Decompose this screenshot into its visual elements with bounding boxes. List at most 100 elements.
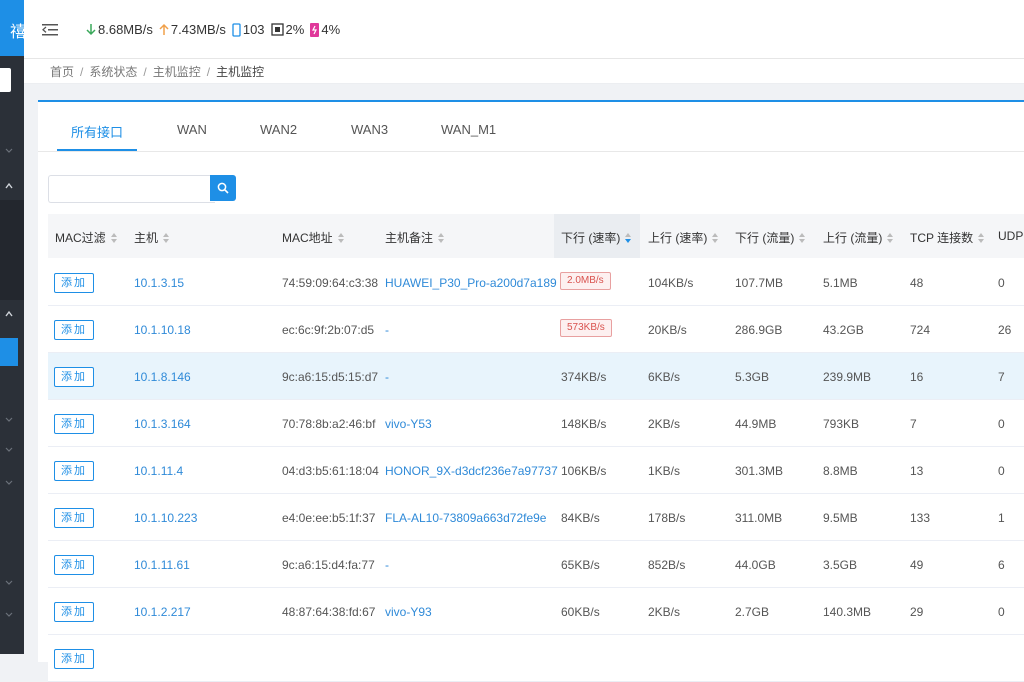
chevron-down-icon[interactable] bbox=[5, 478, 13, 486]
host-ip[interactable]: 10.1.10.18 bbox=[134, 323, 191, 337]
tab-wan[interactable]: WAN bbox=[177, 122, 207, 137]
column-mac-filter[interactable]: MAC过滤 bbox=[55, 229, 117, 246]
host-note[interactable]: - bbox=[385, 370, 389, 384]
tcp-count: 29 bbox=[910, 605, 924, 619]
sort-icon[interactable] bbox=[337, 232, 344, 243]
down-total: 44.9MB bbox=[735, 417, 777, 431]
down-total: 107.7MB bbox=[735, 276, 784, 290]
sort-icon[interactable] bbox=[163, 232, 170, 243]
chevron-up-icon[interactable] bbox=[5, 310, 13, 318]
chevron-down-icon[interactable] bbox=[5, 610, 13, 618]
table-row[interactable]: 添加 10.1.8.146 9c:a6:15:d5:15:d7 - 374KB/… bbox=[48, 353, 1024, 400]
sort-icon[interactable] bbox=[887, 232, 894, 243]
logo[interactable]: 禧 bbox=[0, 0, 24, 56]
add-button[interactable]: 添加 bbox=[54, 602, 94, 622]
down-total: 5.3GB bbox=[735, 370, 770, 384]
breadcrumb: 首页 / 系统状态 / 主机监控 / 主机监控 bbox=[24, 59, 1024, 84]
chevron-down-icon[interactable] bbox=[5, 146, 13, 154]
column-udp[interactable]: UDP bbox=[998, 229, 1023, 243]
table-row[interactable]: 添加 10.1.11.61 9c:a6:15:d4:fa:77 - 65KB/s… bbox=[48, 541, 1024, 588]
host-ip[interactable]: 10.1.8.146 bbox=[134, 370, 191, 384]
up-total: 140.3MB bbox=[823, 605, 872, 619]
search-input[interactable] bbox=[48, 175, 215, 203]
host-ip[interactable]: 10.1.3.15 bbox=[134, 276, 184, 290]
chevron-down-icon[interactable] bbox=[5, 415, 13, 423]
up-rate: 6KB/s bbox=[648, 370, 681, 384]
phone-icon bbox=[232, 22, 241, 37]
table-row[interactable]: 添加 10.1.10.18 ec:6c:9f:2b:07:d5 - 573KB/… bbox=[48, 306, 1024, 353]
add-button[interactable]: 添加 bbox=[54, 555, 94, 575]
host-ip[interactable]: 10.1.11.61 bbox=[134, 558, 190, 572]
table-row[interactable]: 添加 10.1.11.4 04:d3:b5:61:18:04 HONOR_9X-… bbox=[48, 447, 1024, 494]
tab-wan3[interactable]: WAN3 bbox=[351, 122, 388, 137]
column-up-rate[interactable]: 上行 (速率) bbox=[648, 229, 719, 246]
sidebar-item-active[interactable] bbox=[0, 338, 18, 366]
sort-icon[interactable] bbox=[799, 232, 806, 243]
add-button[interactable]: 添加 bbox=[54, 414, 94, 434]
chevron-up-icon[interactable] bbox=[5, 182, 13, 190]
tab-wan2[interactable]: WAN2 bbox=[260, 122, 297, 137]
memory-stat: 4% bbox=[310, 22, 340, 37]
table-row[interactable]: 添加 10.1.3.15 74:59:09:64:c3:38 HUAWEI_P3… bbox=[48, 259, 1024, 306]
breadcrumb-host-monitor[interactable]: 主机监控 bbox=[153, 63, 201, 80]
host-note[interactable]: HUAWEI_P30_Pro-a200d7a189 bbox=[385, 276, 557, 290]
host-note[interactable]: HONOR_9X-d3dcf236e7a97737 bbox=[385, 464, 558, 478]
add-button[interactable]: 添加 bbox=[54, 461, 94, 481]
chevron-down-icon[interactable] bbox=[5, 578, 13, 586]
add-button[interactable]: 添加 bbox=[54, 273, 94, 293]
column-tcp-connections[interactable]: TCP 连接数 bbox=[910, 229, 985, 246]
down-total: 286.9GB bbox=[735, 323, 783, 337]
column-mac-address[interactable]: MAC地址 bbox=[282, 229, 344, 246]
table-header: MAC过滤 主机 MAC地址 主机备注 下行 (速率) 上行 (速率) 下行 (… bbox=[48, 214, 1024, 258]
table-row[interactable]: 添加 10.1.2.217 48:87:64:38:fd:67 vivo-Y93… bbox=[48, 588, 1024, 635]
column-up-total[interactable]: 上行 (流量) bbox=[823, 229, 894, 246]
add-button[interactable]: 添加 bbox=[54, 320, 94, 340]
tcp-count: 7 bbox=[910, 417, 917, 431]
host-note[interactable]: vivo-Y53 bbox=[385, 417, 432, 431]
chevron-down-icon[interactable] bbox=[5, 445, 13, 453]
column-host-note[interactable]: 主机备注 bbox=[385, 229, 445, 246]
udp-count: 0 bbox=[998, 417, 1005, 431]
sort-icon[interactable] bbox=[978, 232, 985, 243]
download-speed: 8.68MB/s bbox=[98, 22, 153, 37]
mac-address: 70:78:8b:a2:46:bf bbox=[282, 417, 376, 431]
add-button[interactable]: 添加 bbox=[54, 508, 94, 528]
sort-desc-icon[interactable] bbox=[625, 232, 632, 243]
table-row[interactable]: 添加 10.1.3.164 70:78:8b:a2:46:bf vivo-Y53… bbox=[48, 400, 1024, 447]
tab-wan-m1[interactable]: WAN_M1 bbox=[441, 122, 496, 137]
sidebar-search-input[interactable] bbox=[0, 68, 11, 92]
host-note[interactable]: - bbox=[385, 558, 389, 572]
breadcrumb-home[interactable]: 首页 bbox=[50, 63, 74, 80]
search-icon bbox=[217, 182, 229, 194]
menu-toggle-icon[interactable] bbox=[42, 22, 60, 38]
cpu-icon bbox=[270, 23, 284, 36]
add-button[interactable]: 添加 bbox=[54, 649, 94, 669]
sort-icon[interactable] bbox=[110, 232, 117, 243]
interface-tabs: 所有接口 WAN WAN2 WAN3 WAN_M1 bbox=[38, 102, 1024, 152]
search-button[interactable] bbox=[210, 175, 236, 201]
host-ip[interactable]: 10.1.3.164 bbox=[134, 417, 191, 431]
active-tab-indicator bbox=[57, 149, 137, 151]
add-button[interactable]: 添加 bbox=[54, 367, 94, 387]
host-note[interactable]: vivo-Y93 bbox=[385, 605, 432, 619]
status-stats: 8.68MB/s 7.43MB/s 103 2% 4% bbox=[86, 22, 346, 37]
down-rate: 60KB/s bbox=[561, 605, 600, 619]
host-ip[interactable]: 10.1.2.217 bbox=[134, 605, 191, 619]
tab-all-interfaces[interactable]: 所有接口 bbox=[71, 122, 123, 141]
column-host[interactable]: 主机 bbox=[134, 229, 170, 246]
breadcrumb-separator: / bbox=[206, 64, 211, 79]
column-down-total[interactable]: 下行 (流量) bbox=[735, 229, 806, 246]
table-row[interactable]: 添加 10.1.10.223 e4:0e:ee:b5:1f:37 FLA-AL1… bbox=[48, 494, 1024, 541]
column-down-rate[interactable]: 下行 (速率) bbox=[561, 229, 632, 246]
table-row-partial[interactable]: 添加 bbox=[48, 635, 1024, 682]
up-rate: 852B/s bbox=[648, 558, 686, 572]
breadcrumb-system-status[interactable]: 系统状态 bbox=[89, 63, 137, 80]
host-ip[interactable]: 10.1.10.223 bbox=[134, 511, 197, 525]
sort-icon[interactable] bbox=[438, 232, 445, 243]
host-note[interactable]: FLA-AL10-73809a663d72fe9e bbox=[385, 511, 546, 525]
sort-icon[interactable] bbox=[712, 232, 719, 243]
host-ip[interactable]: 10.1.11.4 bbox=[134, 464, 183, 478]
upload-stat: 7.43MB/s bbox=[159, 22, 226, 37]
host-note[interactable]: - bbox=[385, 323, 389, 337]
down-total: 44.0GB bbox=[735, 558, 776, 572]
